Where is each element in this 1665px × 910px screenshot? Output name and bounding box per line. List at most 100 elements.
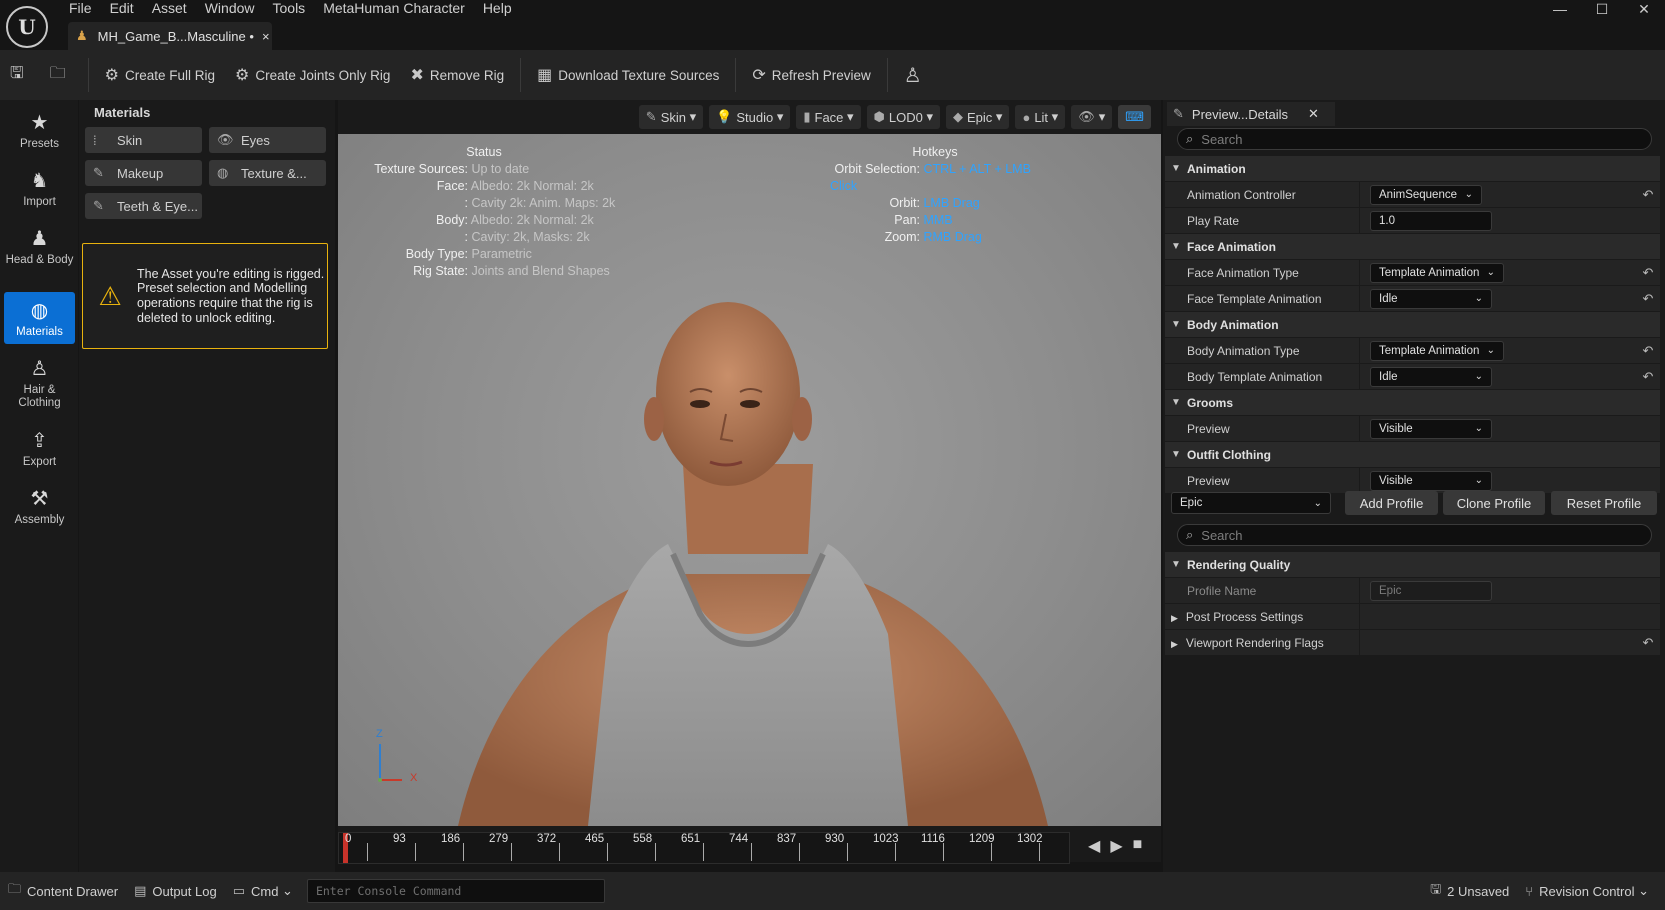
reset-icon[interactable]: ↶ (1636, 291, 1660, 307)
revision-control-button[interactable]: ⑂ Revision Control ⌄ (1517, 872, 1665, 910)
unreal-logo-icon[interactable]: U (6, 6, 48, 48)
animation-controller-dropdown[interactable]: AnimSequence ⌄ (1370, 184, 1482, 205)
lod-dropdown[interactable]: ⬢ LOD0 ▾ (866, 105, 941, 129)
face-template-dropdown[interactable]: Idle ⌄ (1370, 288, 1492, 309)
menu-file[interactable]: File (60, 0, 101, 18)
create-joints-rig-button[interactable]: ⚙ Create Joints Only Rig (225, 50, 400, 100)
reset-profile-button[interactable]: Reset Profile (1551, 491, 1657, 515)
minimize-button[interactable]: — (1539, 0, 1581, 18)
quality-dropdown[interactable]: ◆ Epic ▾ (946, 105, 1010, 129)
grooms-preview-dropdown[interactable]: Visible ⌄ (1370, 418, 1492, 439)
category-animation[interactable]: ▼ Animation (1165, 156, 1660, 182)
character-preview[interactable]: Status Texture Sources: Up to date Face:… (338, 134, 1161, 826)
hotkey-value: RMB Drag (923, 230, 982, 244)
rendering-search-input[interactable]: ⌕ Search (1177, 524, 1652, 546)
view-mode-dropdown[interactable]: ● Lit ▾ (1015, 105, 1066, 129)
content-drawer-button[interactable]: 🗀 Content Drawer (0, 872, 126, 910)
keyboard-icon: ⌨ (1125, 109, 1144, 124)
teeth-eyes-label: Teeth & Eye... (117, 198, 198, 214)
reset-icon[interactable]: ↶ (1636, 369, 1660, 385)
category-rendering-quality[interactable]: ▼ Rendering Quality (1165, 552, 1660, 578)
download-textures-button[interactable]: ▦ Download Texture Sources (527, 50, 729, 100)
prop-value (1360, 630, 1636, 656)
cmd-dropdown[interactable]: ▭ Cmd ⌄ (225, 872, 301, 910)
prop-label: ▶ Viewport Rendering Flags (1165, 629, 1360, 656)
chevron-down-icon: ⌄ (1474, 423, 1483, 434)
reset-icon[interactable]: ↶ (1636, 187, 1660, 203)
keyboard-toggle[interactable]: ⌨ (1118, 105, 1151, 129)
save-button[interactable]: 🖫 (0, 50, 40, 100)
rail-assembly[interactable]: ⚒ Assembly (4, 480, 75, 532)
unsaved-button[interactable]: 🖫 2 Unsaved (1422, 872, 1517, 910)
hotkeys-block: Hotkeys Orbit Selection: CTRL + ALT + LM… (830, 144, 1060, 246)
prop-viewport-flags[interactable]: ▶ Viewport Rendering Flags ↶ (1165, 629, 1660, 656)
face-animation-type-dropdown[interactable]: Template Animation ⌄ (1370, 262, 1504, 283)
studio-lighting-dropdown[interactable]: 💡 Studio ▾ (709, 105, 791, 129)
play-icon[interactable]: ▶ (1110, 836, 1122, 856)
clone-profile-button[interactable]: Clone Profile (1443, 491, 1545, 515)
rail-presets[interactable]: ★ Presets (4, 104, 75, 156)
teeth-eyes-button[interactable]: ✎ Teeth & Eye... (85, 193, 202, 219)
show-flags-dropdown[interactable]: 👁 ▾ (1071, 105, 1113, 129)
rail-hair-clothing[interactable]: ♙ Hair & Clothing (4, 350, 75, 412)
status-bar: 🗀 Content Drawer ▤ Output Log ▭ Cmd ⌄ Enter… (0, 872, 1665, 910)
document-tab[interactable]: ♟ MH_Game_B...Masculine • × (68, 22, 272, 50)
rail-import[interactable]: ♞ Import (4, 162, 75, 214)
refresh-preview-button[interactable]: ⟳ Refresh Preview (742, 50, 880, 100)
document-tab-close-icon[interactable]: × (262, 29, 270, 44)
menu-edit[interactable]: Edit (101, 0, 143, 18)
makeup-button[interactable]: ✎ Makeup (85, 160, 202, 186)
category-outfit-clothing[interactable]: ▼ Outfit Clothing (1165, 442, 1660, 468)
skin-view-dropdown[interactable]: ✎ Skin ▾ (638, 105, 704, 129)
hotkey-key: Pan: (894, 213, 920, 227)
status-key: Face: (436, 179, 468, 193)
body-template-dropdown[interactable]: Idle ⌄ (1370, 366, 1492, 387)
reset-icon[interactable]: ↶ (1636, 635, 1660, 651)
close-button[interactable]: ✕ (1623, 0, 1665, 18)
browse-button[interactable]: 🗀 (40, 50, 82, 100)
stop-icon[interactable]: ■ (1133, 836, 1143, 856)
menu-asset[interactable]: Asset (143, 0, 196, 18)
skin-button[interactable]: ⁞ Skin (85, 127, 202, 153)
rail-head-body[interactable]: ♟ Head & Body (4, 220, 75, 280)
body-icon: ♟ (30, 228, 49, 250)
menu-metahuman-character[interactable]: MetaHuman Character (314, 0, 474, 18)
details-search-input[interactable]: ⌕ Search (1177, 128, 1652, 150)
prop-face-template-animation: Face Template Animation Idle ⌄ ↶ (1165, 285, 1660, 312)
texture-button[interactable]: ◍ Texture &... (209, 160, 326, 186)
body-template-value: Idle (1379, 370, 1398, 383)
details-tab[interactable]: ✎ Preview...Details ✕ (1167, 102, 1335, 126)
add-profile-button[interactable]: Add Profile (1345, 491, 1438, 515)
output-log-button[interactable]: ▤ Output Log (126, 872, 225, 910)
menu-tools[interactable]: Tools (264, 0, 315, 18)
body-animation-type-dropdown[interactable]: Template Animation ⌄ (1370, 340, 1504, 361)
rail-materials[interactable]: ◍ Materials (4, 292, 75, 344)
create-full-rig-button[interactable]: ⚙ Create Full Rig (95, 50, 225, 100)
menu-window[interactable]: Window (196, 0, 264, 18)
status-value: Albedo: 2k Normal: 2k (470, 213, 594, 227)
timeline-track[interactable]: 0 93 186 279 372 465 558 651 744 837 930… (338, 832, 1070, 864)
status-row: Rig State: Joints and Blend Shapes (374, 263, 654, 280)
prop-value: Idle ⌄ (1360, 364, 1636, 390)
eyes-button[interactable]: 👁 Eyes (209, 127, 326, 153)
reset-icon[interactable]: ↶ (1636, 265, 1660, 281)
reset-icon[interactable]: ↶ (1636, 343, 1660, 359)
menu-help[interactable]: Help (474, 0, 521, 18)
category-face-animation[interactable]: ▼ Face Animation (1165, 234, 1660, 260)
rail-export[interactable]: ⇪ Export (4, 422, 75, 474)
play-rate-input[interactable]: 1.0 (1370, 210, 1492, 231)
maximize-button[interactable]: ☐ (1581, 0, 1623, 18)
details-tab-close-icon[interactable]: ✕ (1308, 106, 1319, 122)
save-icon: 🖫 (10, 64, 24, 82)
play-reverse-icon[interactable]: ◀ (1088, 836, 1100, 856)
category-body-animation[interactable]: ▼ Body Animation (1165, 312, 1660, 338)
remove-rig-button[interactable]: ✖ Remove Rig (400, 50, 514, 100)
console-input[interactable]: Enter Console Command (306, 879, 605, 903)
drawer-icon: 🗀 (8, 881, 22, 896)
category-grooms[interactable]: ▼ Grooms (1165, 390, 1660, 416)
camera-dropdown[interactable]: ▮ Face ▾ (796, 105, 861, 129)
outfit-preview-dropdown[interactable]: Visible ⌄ (1370, 470, 1492, 491)
account-button[interactable]: ♙ (894, 50, 938, 100)
profile-dropdown[interactable]: Epic ⌄ (1171, 492, 1331, 514)
prop-post-process[interactable]: ▶ Post Process Settings (1165, 603, 1660, 630)
